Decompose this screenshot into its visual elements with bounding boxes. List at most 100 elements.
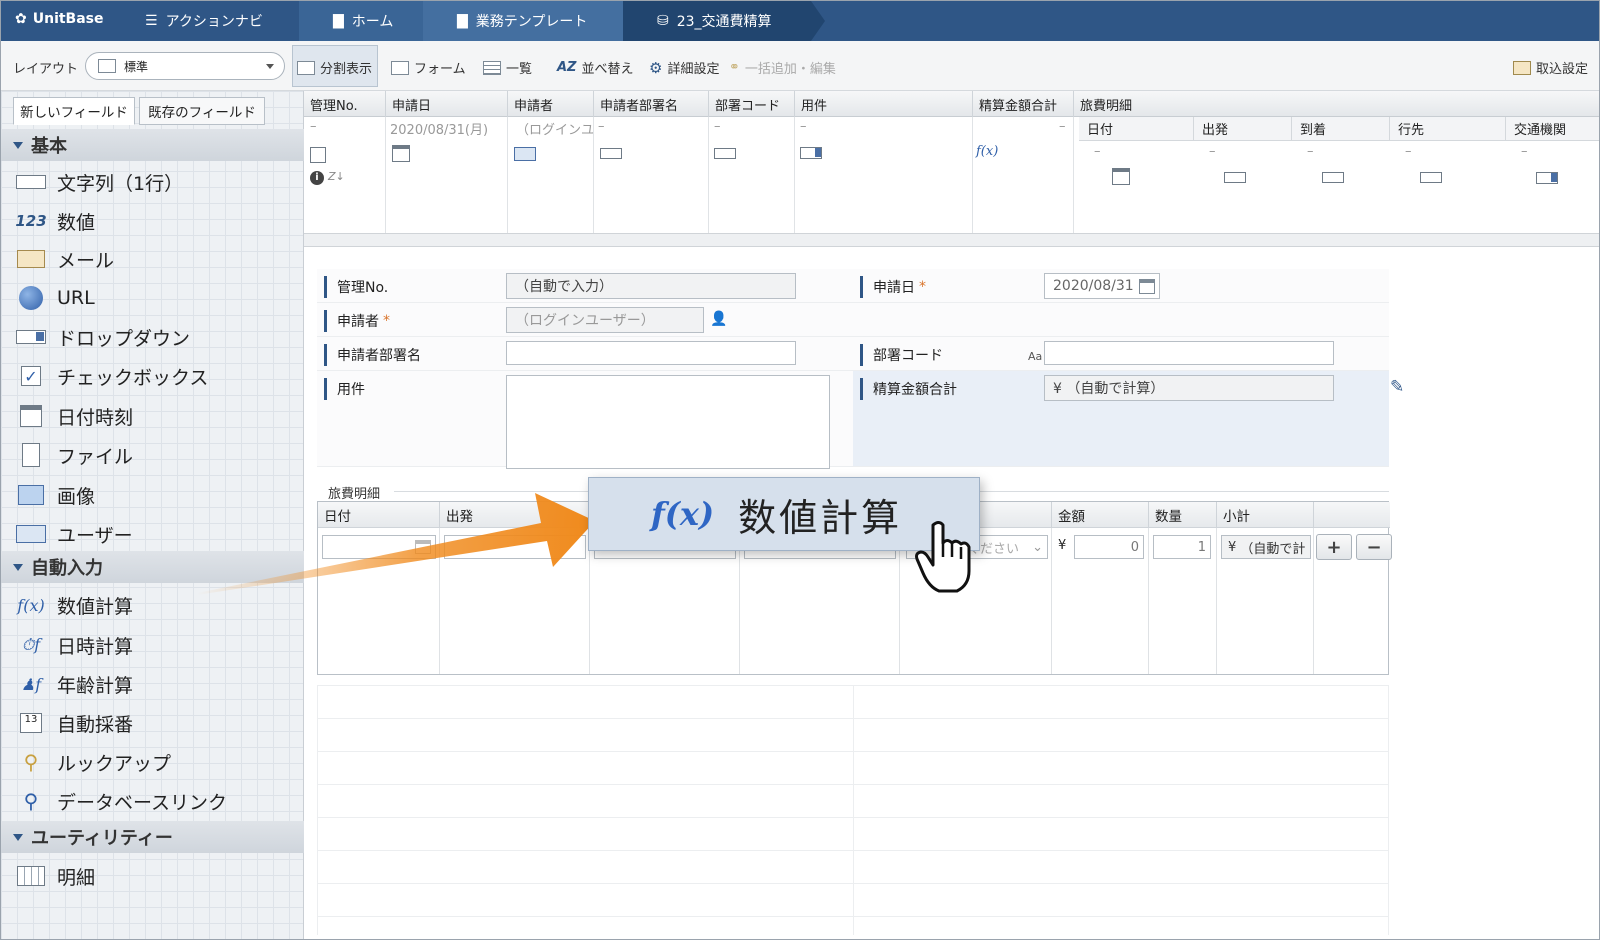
column-header[interactable]: 管理No. [304,91,386,117]
column-header[interactable]: 用件 [795,91,973,117]
field-label: ドロップダウン [57,327,191,350]
form-view-button[interactable]: フォーム [391,58,466,77]
column-header[interactable]: 申請者部署名 [594,91,709,117]
column-header[interactable]: 旅費明細 [1074,91,1599,117]
label-department-code: 部署コード [860,344,943,366]
field-label: 年齢計算 [57,674,134,697]
list-view-button[interactable]: 一覧 [483,58,532,77]
field-email[interactable]: メール [15,242,114,276]
application-date-field[interactable]: 2020/08/31 [1044,273,1160,299]
label-kanri-no: 管理No. [324,276,388,298]
add-row-button[interactable]: + [1316,534,1352,560]
split-view-icon [297,60,315,75]
remove-row-button[interactable]: − [1356,534,1392,560]
import-settings-label: 取込設定 [1536,62,1589,77]
breadcrumb-current-db[interactable]: ⛁ 23_交通費精算 [623,1,825,41]
calendar-icon [15,404,47,428]
app-window: ✿ UnitBase ☰ アクションナビ ▇ ホーム ▇ 業務テンプレート ⛁ … [0,0,1600,940]
brand-logo[interactable]: ✿ UnitBase [15,11,104,27]
chevron-right-icon [811,1,825,41]
applicant-value: （ログインユーザー） [515,313,655,329]
breadcrumb-templates[interactable]: ▇ 業務テンプレート [423,1,637,41]
import-settings-button[interactable]: 取込設定 [1513,58,1588,77]
field-label: 日時計算 [57,635,134,658]
layout-select[interactable]: 標準 [85,52,285,80]
purpose-textarea[interactable] [506,375,830,469]
total-amount-field[interactable]: ¥ （自動で計算） [1044,375,1334,401]
field-label: チェックボックス [57,366,209,389]
table-header[interactable]: 金額 [1052,502,1149,528]
column-header[interactable]: 部署コード [709,91,795,117]
application-date-value: 2020/08/31 [1053,278,1134,294]
table-icon [483,60,501,75]
pencil-edit-icon[interactable]: ✎ [1390,377,1404,397]
field-url[interactable]: URL [15,281,95,315]
action-navi-button[interactable]: ☰ アクションナビ [145,11,263,31]
field-image[interactable]: 画像 [15,478,95,512]
field-user[interactable]: ユーザー [15,517,133,551]
bulk-edit-button[interactable]: ⚭ 一括追加・編集 [729,58,836,77]
table-header[interactable]: 日付 [318,502,440,528]
user-select-icon[interactable]: 👤 [710,311,727,327]
section-auto-title: 自動入力 [31,558,103,579]
field-datetime-calc[interactable]: ⏱f 日時計算 [15,628,133,662]
column-header[interactable]: 申請日 [386,91,508,117]
detail-subtotal-field[interactable]: ¥ （自動で計 [1221,535,1311,559]
textbox-icon [1224,172,1246,183]
sub-column-header[interactable]: 出発 [1194,117,1292,141]
field-datetime[interactable]: 日付時刻 [15,399,133,433]
detail-amount-input[interactable]: 0 [1074,535,1144,559]
detail-settings-button[interactable]: ⚙ 詳細設定 [649,58,719,78]
department-code-input[interactable] [1044,341,1334,365]
split-view-label: 分割表示 [320,62,373,77]
cell-dash: – [1405,144,1412,159]
sub-column-header[interactable]: 交通機関 [1506,117,1599,141]
field-number[interactable]: 123 数値 [15,204,95,238]
table-header[interactable]: 小計 [1217,502,1314,528]
department-name-input[interactable] [506,341,796,365]
breadcrumb-home[interactable]: ▇ ホーム [299,1,437,41]
info-icon: i [310,171,324,185]
cell-dash: – [1209,144,1216,159]
breadcrumb-current-label: 23_交通費精算 [676,14,772,30]
table-header[interactable]: 数量 [1149,502,1217,528]
clock-fx-icon: ⏱f [21,635,41,654]
list-icon: ☰ [145,13,158,29]
tab-new-fields[interactable]: 新しいフィールド [13,97,135,125]
tab-existing-fields[interactable]: 既存のフィールド [139,97,265,125]
field-age-calc[interactable]: ♟f 年齢計算 [15,667,133,701]
field-checkbox[interactable]: ✓ チェックボックス [15,359,208,393]
field-label: データベースリンク [57,791,228,814]
field-auto-number[interactable]: 13 自動採番 [15,706,133,740]
section-auto-input[interactable]: 自動入力 [1,551,304,583]
sort-button[interactable]: AZ 並べ替え [557,58,634,77]
column-header[interactable]: 申請者 [508,91,594,117]
section-utility[interactable]: ユーティリティー [1,821,304,853]
field-lookup[interactable]: ⚲ ルックアップ [15,745,171,779]
auto-number-icon [310,147,326,163]
field-file[interactable]: ファイル [15,438,133,472]
table-header[interactable]: 出発 [440,502,590,528]
sub-column-header[interactable]: 日付 [1079,117,1194,141]
sub-column-header[interactable]: 行先 [1390,117,1506,141]
unitbase-logo-icon: ✿ [15,11,27,27]
detail-date-input[interactable] [322,535,436,559]
fx-icon: f(x) [17,595,45,615]
sub-column-header[interactable]: 到着 [1292,117,1390,141]
field-text-single[interactable]: 文字列（1行） [15,165,183,199]
split-view-button-content[interactable]: 分割表示 [297,58,372,77]
kanri-no-field[interactable]: （自動で入力） [506,273,796,299]
field-numeric-calc[interactable]: f(x) 数値計算 [15,588,133,622]
applicant-field[interactable]: （ログインユーザー） [506,307,704,333]
section-basic[interactable]: 基本 [1,129,304,161]
table-header[interactable] [1314,502,1390,528]
field-detail-table[interactable]: 明細 [15,859,95,893]
detail-quantity-input[interactable]: 1 [1153,535,1211,559]
label-text: 申請日 [873,280,915,296]
splitter-bar[interactable] [304,233,1599,247]
column-header[interactable]: 精算金額合計 [973,91,1074,117]
field-database-link[interactable]: ⚲ データベースリンク [15,784,227,818]
field-dropdown[interactable]: ドロップダウン [15,320,190,354]
magnifier-icon: ⚲ [23,789,39,813]
detail-departure-input[interactable] [444,535,586,559]
